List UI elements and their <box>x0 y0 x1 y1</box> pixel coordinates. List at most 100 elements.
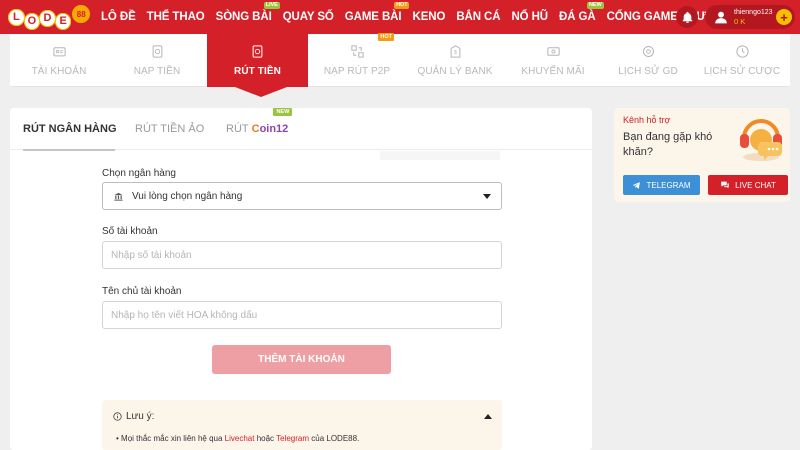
note-header[interactable]: Lưu ý: <box>113 411 154 422</box>
nav-label: BẮN CÁ <box>456 11 501 23</box>
hot-badge: HOT <box>378 33 394 41</box>
account-subnav: TÀI KHOẢN NẠP TIỀN RÚT TIỀN NẠP RÚT P2P … <box>10 33 790 87</box>
note-line: • Mọi thắc mắc xin liên hệ qua Livechat … <box>116 434 359 443</box>
subtab-rut-tien[interactable]: RÚT TIỀN <box>207 34 308 87</box>
nav-item-cong-games[interactable]: CỔNG GAMES <box>607 11 686 23</box>
clock-icon <box>735 45 749 58</box>
telegram-label: TELEGRAM <box>646 180 691 190</box>
support-caption: Kênh hỗ trợ <box>623 115 671 125</box>
coin-logo-text: oin12 <box>259 123 289 135</box>
nav-item-ban-ca[interactable]: BẮN CÁ <box>456 11 500 23</box>
subtab-quan-ly-bank[interactable]: $ QUẢN LÝ BANK <box>406 34 504 87</box>
account-number-label: Số tài khoản <box>102 226 158 237</box>
live-badge: LIVE <box>263 2 280 9</box>
account-holder-label: Tên chủ tài khoản <box>102 286 182 297</box>
subtab-nap-rut-p2p[interactable]: NẠP RÚT P2P HOT <box>308 33 406 87</box>
nav-label: SÒNG BÀI <box>215 11 272 23</box>
p2p-icon <box>350 45 364 58</box>
svg-text:$: $ <box>454 50 457 56</box>
logo-letter: L <box>8 8 25 26</box>
logo-letter: D <box>39 9 56 27</box>
nav-item-game-bai[interactable]: GAME BÀI HOT <box>344 2 410 23</box>
note-text: của LODE88. <box>311 434 360 443</box>
withdraw-icon <box>252 45 263 58</box>
nav-label: THỂ THAO <box>146 11 205 23</box>
note-text: hoặc <box>256 434 275 443</box>
telegram-icon <box>633 181 641 189</box>
caret-down-icon <box>483 194 491 199</box>
nav-label: GAME BÀI <box>344 11 402 23</box>
user-info: thienngo123 0 K <box>734 8 773 26</box>
nav-label: CỔNG GAMES <box>606 11 686 23</box>
nav-label: LÔ ĐỀ <box>101 11 136 23</box>
support-box: Kênh hỗ trợ Bạn đang gặp khó khăn? TELEG… <box>614 108 790 202</box>
subtab-label: LỊCH SỬ CƯỢC <box>703 66 781 77</box>
subtab-lich-su-cuoc[interactable]: LỊCH SỬ CƯỢC <box>694 34 790 87</box>
subtab-khuyen-mai[interactable]: KHUYẾN MÃI <box>504 34 602 87</box>
nav-label: NỔ HŨ <box>511 11 548 23</box>
account-holder-input[interactable] <box>102 301 502 329</box>
coin12-logo: Coin12 <box>252 123 289 135</box>
new-badge: NEW <box>587 2 604 9</box>
nav-item-the-thao[interactable]: THỂ THAO <box>147 11 205 23</box>
faded-placeholder <box>380 151 500 160</box>
deposit-plus-button[interactable]: + <box>776 9 792 25</box>
headset-chat-icon <box>740 119 782 161</box>
coin-logo-letter: C <box>251 123 260 135</box>
tab-rut-tien-ao[interactable]: RÚT TIỀN ẢO <box>135 123 204 135</box>
nav-label: QUAY SỐ <box>282 11 334 23</box>
tab-rut-coin12[interactable]: RÚT Coin12 NEW <box>226 108 293 135</box>
subtab-label: NẠP RÚT P2P <box>323 66 391 77</box>
nav-item-keno[interactable]: KENO <box>412 11 445 23</box>
new-badge: NEW <box>273 108 293 116</box>
withdraw-method-tabs: RÚT NGÂN HÀNG RÚT TIỀN ẢO RÚT Coin12 NEW <box>10 108 592 151</box>
note-panel: Lưu ý: • Mọi thắc mắc xin liên hệ qua Li… <box>102 400 502 450</box>
subtab-label: NẠP TIỀN <box>133 66 181 77</box>
chat-bubble-icon <box>721 181 729 189</box>
lode88-logo[interactable]: L O D E 88 <box>8 2 91 32</box>
livechat-link[interactable]: Livechat <box>225 434 255 443</box>
account-number-input[interactable] <box>102 241 502 269</box>
active-tab-indicator <box>235 87 287 97</box>
bank-icon <box>114 192 123 201</box>
subtab-lich-su-gd[interactable]: LỊCH SỬ GD <box>602 34 694 87</box>
bank-icon: $ <box>450 45 460 58</box>
tab-rut-ngan-hang[interactable]: RÚT NGÂN HÀNG <box>23 123 117 135</box>
username: thienngo123 <box>734 9 773 16</box>
info-icon <box>113 412 122 421</box>
history-icon <box>642 46 654 57</box>
nav-item-quay-so[interactable]: QUAY SỐ <box>283 11 334 23</box>
nav-item-no-hu[interactable]: NỔ HŨ <box>511 11 548 23</box>
nav-label: KENO <box>412 11 446 23</box>
nav-item-lo-de[interactable]: LÔ ĐỀ <box>101 11 136 23</box>
caret-up-icon[interactable] <box>484 414 492 419</box>
active-tab-underline <box>23 149 115 151</box>
user-card-icon <box>52 47 66 57</box>
hot-badge: HOT <box>394 2 410 9</box>
subtab-tai-khoan[interactable]: TÀI KHOẢN <box>10 34 108 87</box>
bell-icon <box>682 11 692 23</box>
telegram-link[interactable]: Telegram <box>276 434 309 443</box>
bank-select-label: Chọn ngân hàng <box>102 168 176 179</box>
subtab-nap-tien[interactable]: NẠP TIỀN <box>108 34 206 87</box>
avatar <box>713 9 729 25</box>
note-title: Lưu ý: <box>126 411 155 422</box>
withdraw-card: RÚT NGÂN HÀNG RÚT TIỀN ẢO RÚT Coin12 NEW … <box>10 108 592 450</box>
nav-item-song-bai[interactable]: SÒNG BÀI LIVE <box>215 2 280 23</box>
telegram-button[interactable]: TELEGRAM <box>623 175 700 195</box>
subtab-label: TÀI KHOẢN <box>31 66 87 77</box>
note-text: Mọi thắc mắc xin liên hệ qua <box>121 434 223 443</box>
top-navbar: L O D E 88 LÔ ĐỀ THỂ THAO SÒNG BÀI LIVE Q… <box>0 0 800 34</box>
logo-letter: O <box>23 12 41 30</box>
nav-item-da-ga[interactable]: ĐÁ GÀ NEW <box>559 2 604 23</box>
bank-select[interactable]: Vui lòng chọn ngân hàng <box>102 182 502 210</box>
subtab-label: RÚT TIỀN <box>234 66 281 77</box>
subtab-label: KHUYẾN MÃI <box>521 66 585 77</box>
add-account-button[interactable]: THÊM TÀI KHOẢN <box>212 345 391 374</box>
support-heading: Bạn đang gặp khó khăn? <box>623 131 713 158</box>
logo-letter: E <box>54 12 72 30</box>
user-account-box[interactable]: thienngo123 0 K + <box>705 5 795 29</box>
live-chat-label: LIVE CHAT <box>735 180 776 190</box>
live-chat-button[interactable]: LIVE CHAT <box>708 175 788 195</box>
notification-button[interactable] <box>676 6 698 28</box>
